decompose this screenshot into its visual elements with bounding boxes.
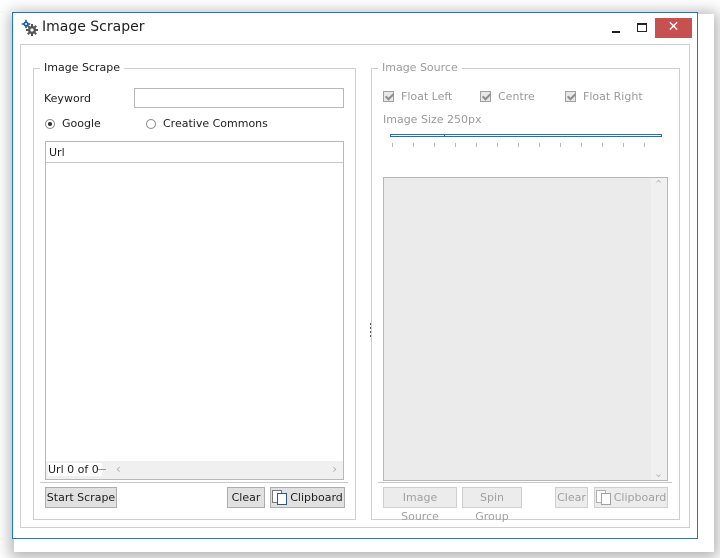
float-left-checkbox[interactable] — [383, 91, 394, 102]
slider-thumb[interactable] — [444, 134, 445, 137]
slider-tick — [581, 143, 582, 147]
slider-tick — [518, 143, 519, 147]
clipboard-button[interactable]: Clipboard — [270, 487, 345, 508]
image-source-group: Image Source Float Left Centre Float Rig… — [371, 61, 680, 523]
scroll-up-icon[interactable]: ⌃ — [654, 178, 663, 191]
image-size-label: Image Size 250px — [383, 113, 482, 126]
slider-tick — [539, 143, 540, 147]
maximize-button[interactable] — [627, 18, 657, 38]
slider-track[interactable] — [390, 134, 662, 137]
url-column-header[interactable]: Url — [46, 142, 343, 163]
scroll-right-icon[interactable]: › — [332, 462, 337, 476]
title-bar[interactable]: Image Scraper ✕ — [13, 13, 697, 43]
clipboard-button-label: Clipboard — [613, 491, 667, 504]
spin-group-button[interactable]: Spin Group — [462, 487, 522, 523]
image-source-legend: Image Source — [378, 61, 462, 74]
close-icon: ✕ — [667, 19, 680, 35]
slider-tick — [392, 143, 393, 147]
clear-button[interactable]: Clear — [227, 487, 265, 508]
slider-tick — [413, 143, 414, 147]
window-title: Image Scraper — [42, 19, 145, 35]
image-size-slider[interactable] — [390, 134, 662, 154]
slider-tick — [497, 143, 498, 147]
vertical-scrollbar[interactable]: ⌃ ⌄ — [651, 178, 667, 480]
app-window: Image Scraper ✕ Image Scrape Keyword Goo… — [12, 12, 698, 539]
creative-commons-radio[interactable] — [146, 119, 156, 129]
scroll-left-icon[interactable]: ‹ — [116, 462, 121, 476]
slider-tick — [644, 143, 645, 147]
image-scrape-legend: Image Scrape — [40, 61, 124, 74]
slider-tick — [623, 143, 624, 147]
divider — [40, 482, 348, 483]
slider-tick — [455, 143, 456, 147]
scroll-down-icon[interactable]: ⌄ — [654, 467, 663, 480]
slider-tick — [476, 143, 477, 147]
centre-checkbox[interactable] — [480, 91, 491, 102]
float-right-label[interactable]: Float Right — [583, 90, 643, 103]
google-radio[interactable] — [45, 119, 55, 129]
start-scrape-button[interactable]: Start Scrape — [45, 487, 117, 508]
clipboard-icon — [595, 490, 611, 505]
slider-tick — [560, 143, 561, 147]
url-list[interactable]: Url Url 0 of 0 ‹ › — [45, 141, 344, 480]
clipboard-icon — [272, 490, 288, 505]
slider-tick — [434, 143, 435, 147]
close-button[interactable]: ✕ — [655, 18, 692, 38]
clipboard-button-label: Clipboard — [290, 491, 343, 504]
keyword-label: Keyword — [44, 92, 91, 105]
slider-tick — [602, 143, 603, 147]
client-area: Image Scrape Keyword Google Creative Com… — [20, 44, 690, 528]
clipboard-button[interactable]: Clipboard — [594, 487, 668, 508]
creative-commons-radio-label[interactable]: Creative Commons — [163, 117, 268, 130]
gears-icon — [21, 19, 38, 36]
centre-label[interactable]: Centre — [498, 90, 535, 103]
url-column-label: Url — [49, 146, 65, 159]
float-right-checkbox[interactable] — [565, 91, 576, 102]
keyword-input[interactable] — [134, 88, 344, 108]
google-radio-label[interactable]: Google — [62, 117, 101, 130]
separator-dash — [98, 469, 106, 470]
url-list-footer: Url 0 of 0 ‹ › — [46, 461, 343, 479]
float-left-label[interactable]: Float Left — [401, 90, 452, 103]
clear-button[interactable]: Clear — [555, 487, 588, 508]
divider — [378, 482, 672, 483]
image-preview-panel[interactable]: ⌃ ⌄ — [383, 177, 668, 481]
url-count: Url 0 of 0 — [48, 463, 102, 476]
image-source-button[interactable]: Image Source — [383, 487, 457, 523]
image-scrape-group: Image Scrape Keyword Google Creative Com… — [33, 61, 356, 520]
